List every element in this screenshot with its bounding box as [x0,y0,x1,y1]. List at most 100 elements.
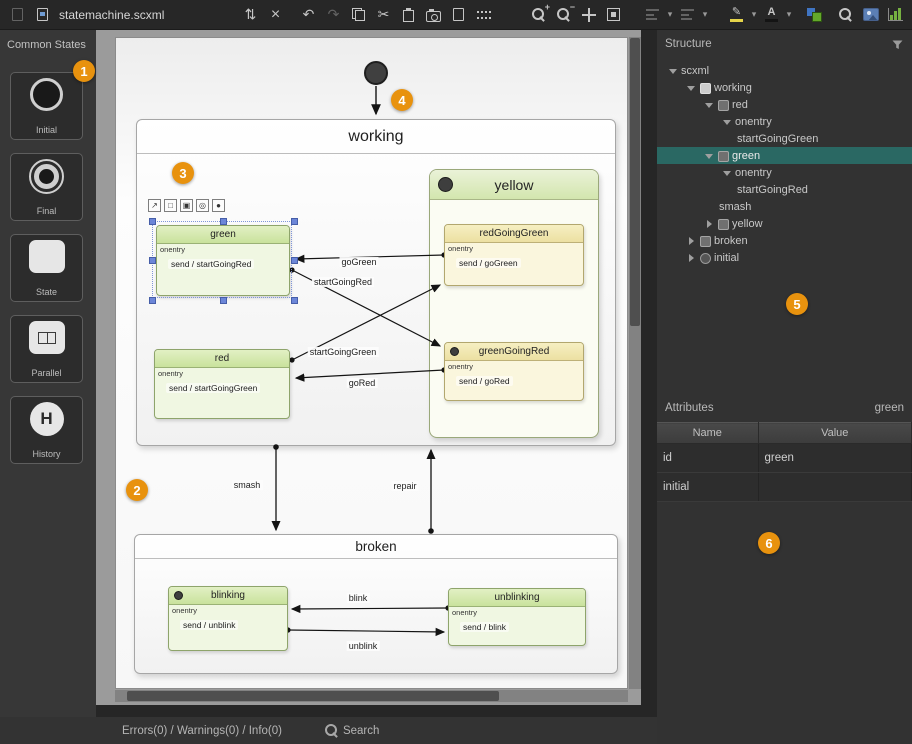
zoom-out-icon[interactable]: − [551,2,576,28]
cut-icon[interactable]: ✂ [371,2,396,28]
transition-label-startgoingred[interactable]: startGoingRed [312,277,374,287]
align-states-icon[interactable] [640,2,665,28]
selection-handle[interactable] [220,297,227,304]
transition-label-unblink[interactable]: unblink [347,641,380,651]
attribute-value[interactable]: green [758,444,912,473]
final-tool-icon[interactable]: ◎ [196,199,209,212]
selection-handle[interactable] [220,218,227,225]
tree-item-onentry[interactable]: onentry [657,164,912,181]
expander-icon[interactable] [683,233,699,249]
tree-item-smash[interactable]: smash [657,198,912,215]
tree-item-red[interactable]: red [657,96,912,113]
initial-tool-icon[interactable]: ● [212,199,225,212]
send-tool-icon[interactable]: ▣ [180,199,193,212]
tree-item-green[interactable]: green [657,147,912,164]
document-switcher-icon[interactable]: ⇅ [238,2,263,28]
expander-icon[interactable] [701,216,717,232]
send-action[interactable]: send / goRed [456,376,513,386]
text-color-dropdown-icon[interactable]: ▾ [784,9,794,20]
copy-icon[interactable] [346,2,371,28]
state-unblinking[interactable]: unblinking onentry send / blink [448,588,586,646]
fill-color-icon[interactable]: ✎ [724,2,749,28]
export-image-icon[interactable] [858,2,883,28]
filter-icon[interactable] [891,38,904,51]
state-red[interactable]: red onentry send / startGoingGreen [154,349,290,419]
expander-icon[interactable] [683,250,699,266]
expander-icon[interactable] [701,148,717,164]
zoom-in-icon[interactable]: + [526,2,551,28]
tree-item-initial[interactable]: initial [657,249,912,266]
pan-icon[interactable] [576,2,601,28]
redo-icon[interactable]: ↷ [321,2,346,28]
horizontal-scrollbar-thumb[interactable] [127,691,499,701]
issues-counter[interactable]: Errors(0) / Warnings(0) / Info(0) [122,725,282,737]
fit-to-screen-icon[interactable] [601,2,626,28]
export-canvas-icon[interactable] [446,2,471,28]
statistics-icon[interactable] [883,2,908,28]
selection-handle[interactable] [291,257,298,264]
text-color-icon[interactable]: A [759,2,784,28]
tree-item-yellow[interactable]: yellow [657,215,912,232]
adjust-size-icon[interactable] [675,2,700,28]
send-action[interactable]: send / unblink [180,620,238,630]
transition-label-blink[interactable]: blink [347,593,370,603]
paste-icon[interactable] [396,2,421,28]
expander-icon[interactable] [701,97,717,113]
selection-handle[interactable] [149,257,156,264]
color-theme-icon[interactable] [802,2,827,28]
palette-item-initial[interactable]: Initial [10,72,83,140]
vertical-scrollbar-thumb[interactable] [630,38,640,326]
send-action[interactable]: send / startGoingRed [168,259,254,269]
search-control[interactable]: Search [324,723,379,738]
selection-handle[interactable] [291,297,298,304]
palette-item-history[interactable]: H History [10,396,83,464]
snap-grid-icon[interactable] [471,2,496,28]
tree-item-startgoinggreen[interactable]: startGoingGreen [657,130,912,147]
send-action[interactable]: send / goGreen [456,258,521,268]
tree-item-scxml[interactable]: scxml [657,62,912,79]
diagram-canvas[interactable]: working yellow broken [96,30,657,705]
state-greengoingred[interactable]: greenGoingRed onentry send / goRed [444,342,584,401]
adjust-dropdown-icon[interactable]: ▾ [700,9,710,20]
close-document-icon[interactable]: × [263,2,288,28]
expander-icon[interactable] [665,63,681,79]
horizontal-scrollbar[interactable] [115,690,628,702]
initial-state-node[interactable] [364,61,388,85]
undo-icon[interactable]: ↶ [296,2,321,28]
palette-item-state[interactable]: State [10,234,83,302]
transition-label-smash[interactable]: smash [232,480,263,490]
screenshot-icon[interactable] [421,2,446,28]
align-dropdown-icon[interactable]: ▾ [665,9,675,20]
tree-item-startgoingred[interactable]: startGoingRed [657,181,912,198]
search-icon[interactable] [833,2,858,28]
selection-handle[interactable] [149,218,156,225]
expander-icon[interactable] [719,165,735,181]
common-states-panel: Common States Initial Final State Parall… [0,30,96,705]
tree-item-broken[interactable]: broken [657,232,912,249]
state-green[interactable]: green onentry send / startGoingRed [156,225,290,296]
expander-icon[interactable] [719,114,735,130]
transition-label-startgoinggreen[interactable]: startGoingGreen [308,347,379,357]
vertical-scrollbar[interactable] [629,37,641,689]
tree-item-onentry[interactable]: onentry [657,113,912,130]
transition-tool-icon[interactable]: ↗ [148,199,161,212]
send-action[interactable]: send / startGoingGreen [166,383,260,393]
state-blinking[interactable]: blinking onentry send / unblink [168,586,288,651]
transition-label-gogreen[interactable]: goGreen [339,257,378,267]
fill-color-dropdown-icon[interactable]: ▾ [749,9,759,20]
state-redgoinggreen[interactable]: redGoingGreen onentry send / goGreen [444,224,584,286]
transition-label-gored[interactable]: goRed [347,378,378,388]
state-tool-icon[interactable]: □ [164,199,177,212]
selection-handle[interactable] [149,297,156,304]
structure-tree: scxml working red onentry startGoingGree… [657,62,912,266]
send-action[interactable]: send / blink [460,622,509,632]
transition-label-repair[interactable]: repair [391,481,418,491]
expander-icon[interactable] [683,80,699,96]
tree-item-working[interactable]: working [657,79,912,96]
diagram-page[interactable]: working yellow broken [115,37,628,689]
float-editor-icon[interactable] [5,2,30,28]
palette-item-final[interactable]: Final [10,153,83,221]
selection-handle[interactable] [291,218,298,225]
attribute-value[interactable] [758,473,912,502]
palette-item-parallel[interactable]: Parallel [10,315,83,383]
